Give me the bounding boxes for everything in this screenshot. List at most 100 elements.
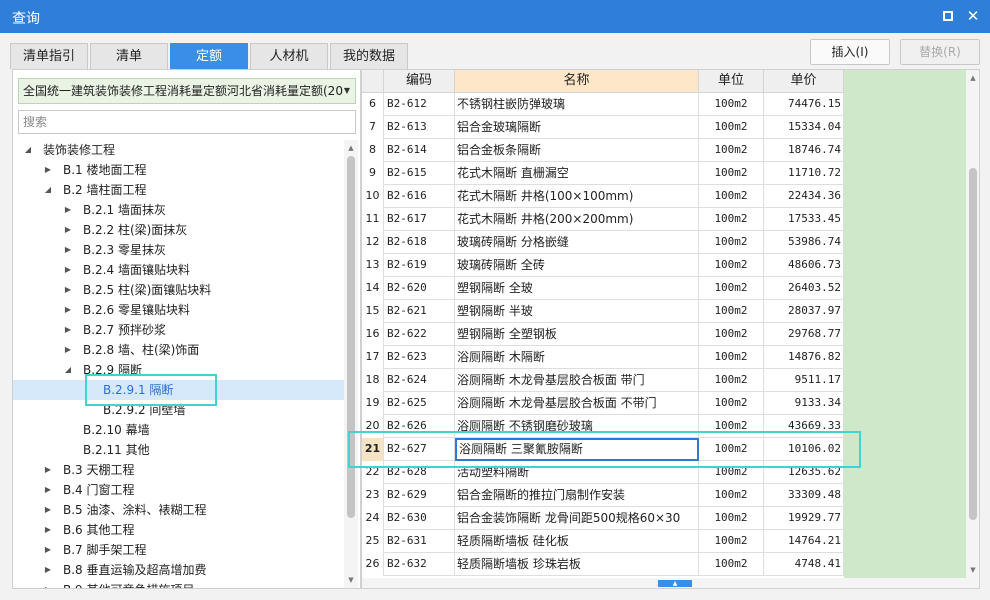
quota-code[interactable]: B2-616: [384, 185, 455, 208]
table-row[interactable]: 23 B2-629 铝合金隔断的推拉门扇制作安装 100m2 33309.48: [362, 484, 844, 507]
quota-code[interactable]: B2-619: [384, 254, 455, 277]
quota-unit[interactable]: 100m2: [699, 300, 764, 323]
quota-code[interactable]: B2-631: [384, 530, 455, 553]
tree-scrollbar[interactable]: ▲ ▼: [344, 140, 358, 588]
quota-unit[interactable]: 100m2: [699, 323, 764, 346]
quota-code[interactable]: B2-627: [384, 438, 455, 461]
quota-name[interactable]: 塑钢隔断 半玻: [455, 300, 699, 323]
table-row[interactable]: 6 B2-612 不锈钢柱嵌防弹玻璃 100m2 74476.15: [362, 93, 844, 116]
tree-node[interactable]: ▶ B.4 门窗工程: [13, 480, 345, 500]
tab-bill[interactable]: 清单: [90, 43, 168, 69]
quota-price[interactable]: 22434.36: [764, 185, 844, 208]
quota-unit[interactable]: 100m2: [699, 254, 764, 277]
quota-price[interactable]: 74476.15: [764, 93, 844, 116]
quota-unit[interactable]: 100m2: [699, 461, 764, 484]
search-input[interactable]: [19, 111, 355, 133]
row-index[interactable]: 24: [362, 507, 384, 530]
quota-price[interactable]: 11710.72: [764, 162, 844, 185]
table-row[interactable]: 9 B2-615 花式木隔断 直栅漏空 100m2 11710.72: [362, 162, 844, 185]
tree-node[interactable]: ▶ B.8 垂直运输及超高增加费: [13, 560, 345, 580]
tree-node[interactable]: ◢ B.2 墙柱面工程: [13, 180, 345, 200]
quota-price[interactable]: 43669.33: [764, 415, 844, 438]
tree-node[interactable]: B.2.9.1 隔断: [13, 380, 345, 400]
insert-button[interactable]: 插入(I): [810, 39, 890, 65]
table-row[interactable]: 26 B2-632 轻质隔断墙板 珍珠岩板 100m2 4748.41: [362, 553, 844, 576]
quota-price[interactable]: 33309.48: [764, 484, 844, 507]
row-index[interactable]: 17: [362, 346, 384, 369]
tree-node[interactable]: ▶ B.2.7 预拌砂浆: [13, 320, 345, 340]
expand-arrow-icon[interactable]: ▶: [63, 300, 73, 320]
table-row[interactable]: 17 B2-623 浴厕隔断 木隔断 100m2 14876.82: [362, 346, 844, 369]
quota-code[interactable]: B2-617: [384, 208, 455, 231]
table-row[interactable]: 25 B2-631 轻质隔断墙板 硅化板 100m2 14764.21: [362, 530, 844, 553]
expand-arrow-icon[interactable]: ▶: [63, 240, 73, 260]
expand-arrow-icon[interactable]: ▶: [63, 200, 73, 220]
expand-arrow-icon[interactable]: ▶: [43, 540, 53, 560]
header-unit[interactable]: 单位: [699, 70, 764, 93]
quota-unit[interactable]: 100m2: [699, 438, 764, 461]
quota-name[interactable]: 浴厕隔断 木隔断: [455, 346, 699, 369]
quota-code[interactable]: B2-620: [384, 277, 455, 300]
close-icon[interactable]: ✕: [965, 8, 981, 24]
expand-arrow-icon[interactable]: ▶: [43, 520, 53, 540]
scroll-up-icon[interactable]: ▲: [966, 72, 979, 84]
row-index[interactable]: 7: [362, 116, 384, 139]
tree-node[interactable]: ▶ B.9 其他可竞争措施项目: [13, 580, 345, 588]
table-row[interactable]: 14 B2-620 塑钢隔断 全玻 100m2 26403.52: [362, 277, 844, 300]
quota-name[interactable]: 活动塑料隔断: [455, 461, 699, 484]
quota-name[interactable]: 塑钢隔断 全塑钢板: [455, 323, 699, 346]
quota-name[interactable]: 浴厕隔断 木龙骨基层胶合板面 带门: [455, 369, 699, 392]
row-index[interactable]: 22: [362, 461, 384, 484]
tree-node[interactable]: ▶ B.6 其他工程: [13, 520, 345, 540]
tree-node[interactable]: ▶ B.2.8 墙、柱(梁)饰面: [13, 340, 345, 360]
quota-code[interactable]: B2-630: [384, 507, 455, 530]
header-name[interactable]: 名称: [455, 70, 699, 93]
quota-name[interactable]: 铝合金玻璃隔断: [455, 116, 699, 139]
collapse-arrow-icon[interactable]: ◢: [63, 360, 73, 380]
expand-arrow-icon[interactable]: ▶: [43, 580, 53, 588]
tree-node[interactable]: ◢ 装饰装修工程: [13, 140, 345, 160]
quota-name[interactable]: 铝合金装饰隔断 龙骨间距500规格60×30: [455, 507, 699, 530]
tree-node[interactable]: ▶ B.5 油漆、涂料、裱糊工程: [13, 500, 345, 520]
quota-price[interactable]: 12635.62: [764, 461, 844, 484]
quota-code[interactable]: B2-625: [384, 392, 455, 415]
tree-node[interactable]: ▶ B.2.6 零星镶贴块料: [13, 300, 345, 320]
quota-name[interactable]: 花式木隔断 井格(200×200mm): [455, 208, 699, 231]
quota-name[interactable]: 玻璃砖隔断 分格嵌缝: [455, 231, 699, 254]
table-row[interactable]: 16 B2-622 塑钢隔断 全塑钢板 100m2 29768.77: [362, 323, 844, 346]
table-scroll-thumb[interactable]: [969, 168, 977, 520]
row-index[interactable]: 8: [362, 139, 384, 162]
quota-unit[interactable]: 100m2: [699, 507, 764, 530]
quota-unit[interactable]: 100m2: [699, 530, 764, 553]
tab-labor-material[interactable]: 人材机: [250, 43, 328, 69]
quota-unit[interactable]: 100m2: [699, 208, 764, 231]
quota-price[interactable]: 4748.41: [764, 553, 844, 576]
quota-unit[interactable]: 100m2: [699, 116, 764, 139]
row-index[interactable]: 19: [362, 392, 384, 415]
expand-arrow-icon[interactable]: ▶: [43, 500, 53, 520]
quota-code[interactable]: B2-614: [384, 139, 455, 162]
quota-unit[interactable]: 100m2: [699, 139, 764, 162]
row-index[interactable]: 16: [362, 323, 384, 346]
tab-my-data[interactable]: 我的数据: [330, 43, 408, 69]
quota-code[interactable]: B2-618: [384, 231, 455, 254]
quota-unit[interactable]: 100m2: [699, 346, 764, 369]
quota-name[interactable]: 不锈钢柱嵌防弹玻璃: [455, 93, 699, 116]
quota-name[interactable]: 浴厕隔断 不锈钢磨砂玻璃: [455, 415, 699, 438]
quota-code[interactable]: B2-621: [384, 300, 455, 323]
expand-arrow-icon[interactable]: ▶: [43, 560, 53, 580]
row-index[interactable]: 14: [362, 277, 384, 300]
quota-name[interactable]: 铝合金隔断的推拉门扇制作安装: [455, 484, 699, 507]
row-index[interactable]: 18: [362, 369, 384, 392]
quota-price[interactable]: 48606.73: [764, 254, 844, 277]
table-row[interactable]: 15 B2-621 塑钢隔断 半玻 100m2 28037.97: [362, 300, 844, 323]
quota-unit[interactable]: 100m2: [699, 415, 764, 438]
maximize-icon[interactable]: [940, 8, 956, 24]
quota-unit[interactable]: 100m2: [699, 162, 764, 185]
row-index[interactable]: 9: [362, 162, 384, 185]
expand-arrow-icon[interactable]: ▶: [63, 260, 73, 280]
tree-node[interactable]: ▶ B.7 脚手架工程: [13, 540, 345, 560]
quota-code[interactable]: B2-632: [384, 553, 455, 576]
quota-name[interactable]: 轻质隔断墙板 珍珠岩板: [455, 553, 699, 576]
table-row[interactable]: 19 B2-625 浴厕隔断 木龙骨基层胶合板面 不带门 100m2 9133.34: [362, 392, 844, 415]
